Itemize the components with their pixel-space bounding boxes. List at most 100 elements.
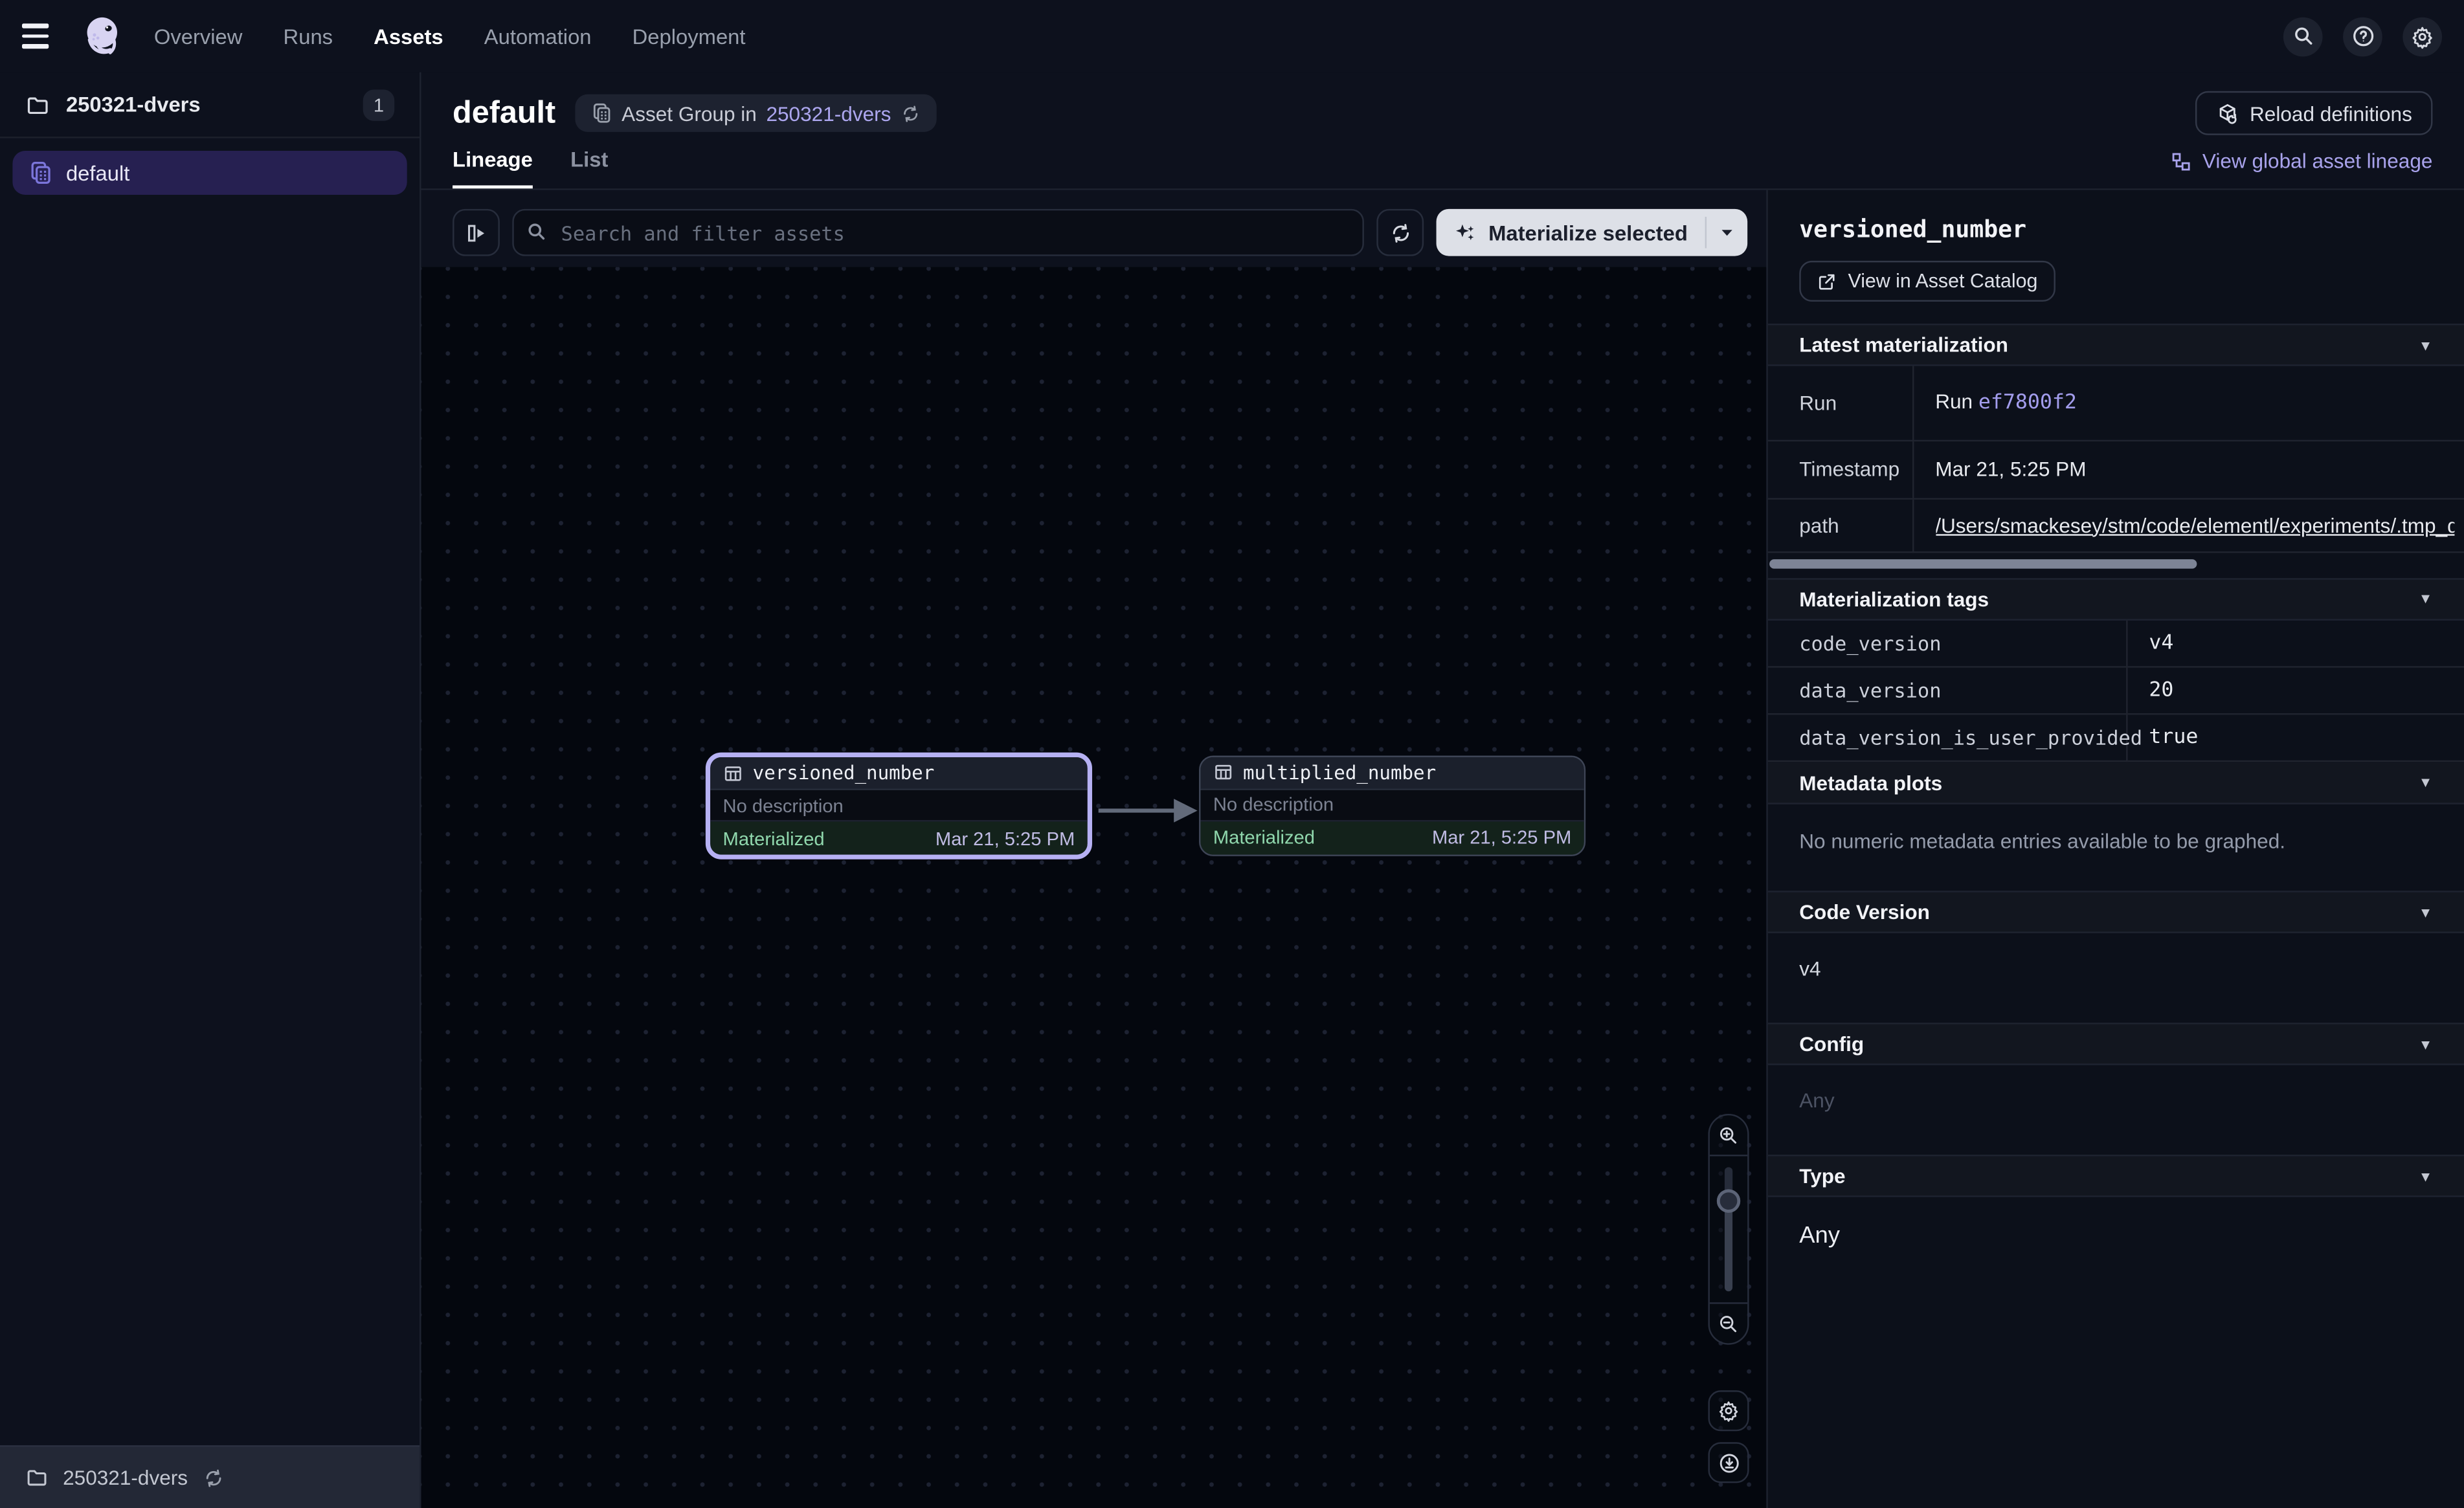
nav-item-automation[interactable]: Automation [484, 25, 592, 48]
lineage-view: Materialize selected [421, 190, 1767, 1508]
zoom-in-icon [1718, 1124, 1740, 1146]
collapse-caret-icon: ▼ [2419, 775, 2433, 790]
section-metadata-plots[interactable]: Metadata plots ▼ [1768, 762, 2464, 804]
hamburger-menu-button[interactable] [22, 16, 63, 56]
section-heading: Latest materialization [1799, 333, 2008, 357]
nav-item-deployment[interactable]: Deployment [633, 25, 746, 48]
asset-node-status-row: Materialized Mar 21, 5:25 PM [710, 821, 1088, 854]
footer-repo-name: 250321-dvers [63, 1466, 188, 1489]
materialization-tags-table: code_version v4 data_version 20 data_ver… [1768, 620, 2464, 762]
collapse-caret-icon: ▼ [2419, 337, 2433, 353]
asset-node-header: versioned_number [710, 757, 1088, 790]
search-input[interactable] [512, 209, 1364, 256]
lineage-toolbar: Materialize selected [421, 190, 1767, 267]
nav-item-assets[interactable]: Assets [374, 25, 443, 48]
materialize-selected-button[interactable]: Materialize selected [1437, 209, 1747, 256]
sync-icon[interactable] [202, 1467, 224, 1489]
path-link[interactable]: /Users/smackesey/stm/code/elementl/exper… [1935, 513, 2454, 537]
section-heading: Metadata plots [1799, 771, 1942, 794]
section-heading: Code Version [1799, 900, 1930, 924]
table-row: path /Users/smackesey/stm/code/elementl/… [1768, 498, 2464, 551]
section-heading: Config [1799, 1032, 1864, 1056]
gear-icon [1718, 1400, 1740, 1422]
asset-search [512, 209, 1364, 256]
section-config[interactable]: Config ▼ [1768, 1023, 2464, 1065]
tabs-row: Lineage List View global asset lineage [453, 148, 2432, 188]
asset-node-status-row: Materialized Mar 21, 5:25 PM [1200, 821, 1584, 854]
tab-lineage[interactable]: Lineage [453, 148, 533, 188]
folder-icon [25, 92, 50, 117]
zoom-in-button[interactable] [1710, 1115, 1747, 1156]
repo-asset-count-badge: 1 [363, 89, 395, 120]
run-id-link[interactable]: ef7800f2 [1978, 392, 2077, 415]
materialized-timestamp: Mar 21, 5:25 PM [935, 827, 1075, 849]
timestamp-row-label: Timestamp [1768, 440, 1912, 498]
table-row: data_version_is_user_provided true [1768, 714, 2464, 761]
asset-details-panel: versioned_number View in Asset Catalog L… [1766, 190, 2464, 1508]
view-in-asset-catalog-button[interactable]: View in Asset Catalog [1799, 261, 2055, 302]
top-nav-actions [2283, 16, 2442, 56]
sync-icon[interactable] [901, 103, 921, 124]
graph-settings-button[interactable] [1708, 1390, 1749, 1431]
download-icon [1717, 1451, 1740, 1474]
reload-definitions-button[interactable]: Reload definitions [2195, 91, 2432, 135]
nav-item-runs[interactable]: Runs [284, 25, 333, 48]
reload-definitions-label: Reload definitions [2250, 102, 2412, 125]
download-image-button[interactable] [1708, 1442, 1749, 1483]
section-materialization-tags[interactable]: Materialization tags ▼ [1768, 577, 2464, 620]
help-button[interactable] [2343, 16, 2382, 56]
sidebar-repo-row[interactable]: 250321-dvers 1 [0, 72, 420, 139]
tag-value: 20 [2126, 667, 2464, 714]
section-code-version[interactable]: Code Version ▼ [1768, 891, 2464, 933]
table-row: data_version 20 [1768, 667, 2464, 714]
asset-node-header: multiplied_number [1200, 757, 1584, 790]
sidebar-footer-repo[interactable]: 250321-dvers [0, 1445, 420, 1508]
zoom-slider-handle[interactable] [1717, 1189, 1740, 1212]
sidebar-item-default[interactable]: default [12, 151, 407, 195]
run-row-value: Run ef7800f2 [1912, 366, 2464, 440]
lineage-canvas[interactable]: versioned_number No description Material… [421, 267, 1767, 1508]
zoom-slider[interactable] [1710, 1156, 1747, 1302]
zoom-slider-track[interactable] [1725, 1167, 1732, 1291]
badge-prefix: Asset Group in [622, 102, 757, 125]
materialized-status: Materialized [723, 827, 825, 849]
panel-expand-icon [464, 221, 487, 244]
zoom-out-button[interactable] [1710, 1302, 1747, 1343]
sidebar-item-label: default [66, 161, 129, 184]
table-icon [723, 762, 744, 783]
table-row: code_version v4 [1768, 620, 2464, 667]
refresh-graph-button[interactable] [1377, 209, 1424, 256]
expand-sidebar-panel-button[interactable] [453, 209, 500, 256]
asset-node-name: multiplied_number [1243, 761, 1436, 783]
settings-button[interactable] [2402, 16, 2442, 56]
badge-repo-link[interactable]: 250321-dvers [766, 102, 891, 125]
panel-asset-title: versioned_number [1799, 216, 2432, 244]
horizontal-scrollbar[interactable] [1769, 559, 2197, 568]
materialize-selected-label: Materialize selected [1488, 221, 1688, 244]
folder-icon [25, 1466, 49, 1489]
section-latest-materialization[interactable]: Latest materialization ▼ [1768, 324, 2464, 366]
hamburger-icon [22, 24, 49, 28]
collapse-caret-icon: ▼ [2419, 1036, 2433, 1052]
tag-value: true [2126, 714, 2464, 761]
nav-item-overview[interactable]: Overview [154, 25, 243, 48]
search-icon [2292, 25, 2314, 47]
tag-key: data_version [1768, 667, 2126, 714]
view-global-asset-lineage-link[interactable]: View global asset lineage [2169, 150, 2433, 189]
metadata-plots-empty-text: No numeric metadata entries available to… [1768, 804, 2464, 891]
materialize-dropdown-button[interactable] [1707, 209, 1747, 256]
section-heading: Type [1799, 1164, 1845, 1188]
tag-key: code_version [1768, 620, 2126, 667]
tab-list[interactable]: List [570, 148, 608, 188]
sparkle-icon [1454, 221, 1477, 244]
config-value: Any [1768, 1065, 2464, 1155]
latest-materialization-table: Run Run ef7800f2 Timestamp Mar 21, 5:25 … [1768, 366, 2464, 553]
lineage-graph-icon [2169, 150, 2191, 172]
materialized-status: Materialized [1213, 826, 1315, 848]
section-type[interactable]: Type ▼ [1768, 1155, 2464, 1197]
asset-node-multiplied-number[interactable]: multiplied_number No description Materia… [1199, 755, 1585, 855]
type-value: Any [1768, 1197, 2464, 1281]
asset-group-icon [590, 102, 612, 124]
asset-node-versioned-number[interactable]: versioned_number No description Material… [706, 753, 1092, 859]
search-button[interactable] [2283, 16, 2323, 56]
